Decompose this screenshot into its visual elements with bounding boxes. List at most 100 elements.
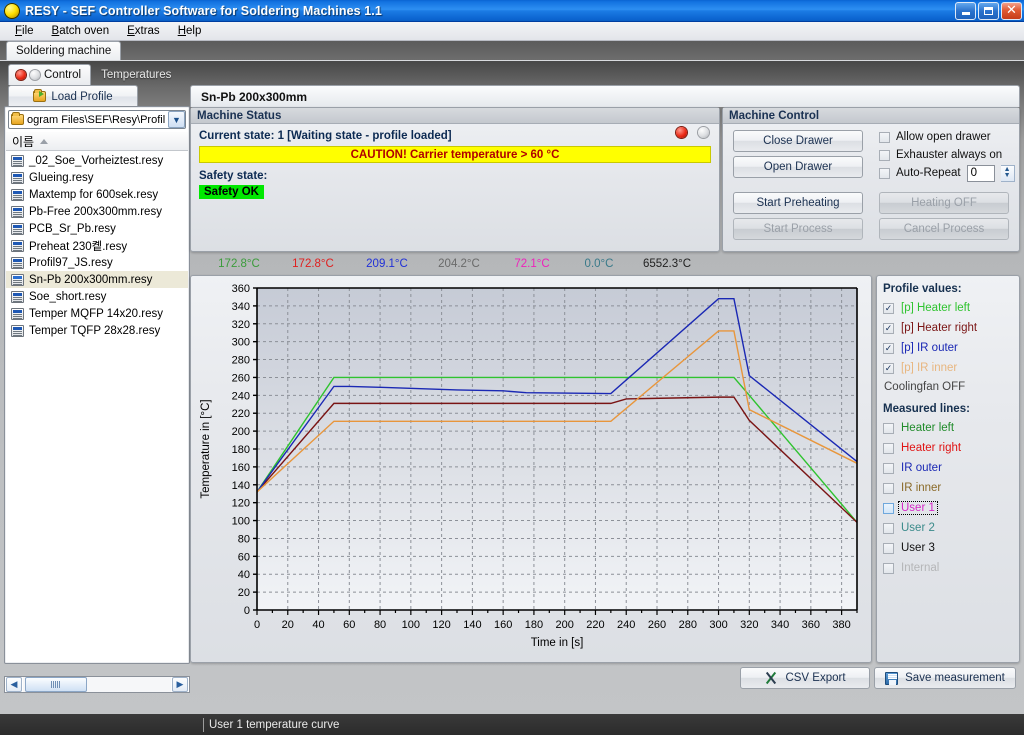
profile-value-legend-row[interactable]: ✓ [p] Heater right <box>883 318 1013 338</box>
measured-line-legend-row[interactable]: Internal <box>883 558 1013 578</box>
exhauster-always-on-row[interactable]: Exhauster always on <box>879 147 1002 163</box>
measured-line-legend-label: Heater left <box>901 422 955 434</box>
list-item[interactable]: Profil97_JS.resy <box>6 254 188 271</box>
menu-item-extras[interactable]: Extras <box>118 23 169 39</box>
heating-off-button[interactable]: Heating OFF <box>879 192 1009 214</box>
profile-value-legend-row[interactable]: ✓ [p] IR inner <box>883 358 1013 378</box>
measured-line-legend-row[interactable]: User 1 <box>883 498 1013 518</box>
measured-line-legend-label: Heater right <box>901 442 962 454</box>
profile-value-legend-row[interactable]: ✓ [p] Heater left <box>883 298 1013 318</box>
temperature-readout-6: 0.0°C <box>584 258 614 270</box>
auto-repeat-checkbox[interactable] <box>879 167 890 179</box>
measured-line-checkbox[interactable] <box>883 422 894 434</box>
y-tick-label: 200 <box>232 426 250 438</box>
scroll-right-icon[interactable]: ▶ <box>172 677 188 692</box>
auto-repeat-row[interactable]: Auto-Repeat 0 ▲ ▼ <box>879 164 1015 182</box>
minimize-button[interactable] <box>955 1 976 20</box>
list-item[interactable]: Temper MQFP 14x20.resy <box>6 305 188 322</box>
scroll-left-icon[interactable]: ◀ <box>6 677 22 692</box>
statusbar: User 1 temperature curve <box>0 714 1024 735</box>
profile-value-legend-row[interactable]: ✓ [p] IR outer <box>883 338 1013 358</box>
profile-value-legend-label: [p] Heater right <box>901 322 978 334</box>
y-axis-title: Temperature in [°C] <box>200 399 212 498</box>
list-item[interactable]: PCB_Sr_Pb.resy <box>6 220 188 237</box>
list-item[interactable]: Temper TQFP 28x28.resy <box>6 322 188 339</box>
auto-repeat-stepper[interactable]: ▲ ▼ <box>1000 164 1015 182</box>
profile-value-legend-label: [p] IR inner <box>901 362 958 374</box>
allow-open-drawer-checkbox[interactable] <box>879 131 890 143</box>
outer-tabstrip: Soldering machine <box>6 41 122 60</box>
list-item[interactable]: Maxtemp for 600sek.resy <box>6 186 188 203</box>
menu-item-file[interactable]: File <box>6 23 43 39</box>
chart-area[interactable]: 0 20 40 60 80 100 120 140 160 180 200 220 240 260 280 3… <box>191 276 871 662</box>
file-list[interactable]: _02_Soe_Vorheiztest.resy Glueing.resy Maxt… <box>6 152 188 662</box>
exhauster-always-on-checkbox[interactable] <box>879 149 890 161</box>
file-list-header[interactable]: 이름 <box>6 132 188 151</box>
window-title: RESY - SEF Controller Software for Solde… <box>25 3 382 18</box>
list-item[interactable]: Sn-Pb 200x300mm.resy <box>6 271 188 288</box>
statusbar-text: User 1 temperature curve <box>209 718 340 731</box>
list-item[interactable]: _02_Soe_Vorheiztest.resy <box>6 152 188 169</box>
save-measurement-button[interactable]: Save measurement <box>874 667 1016 689</box>
machine-control-header: Machine Control <box>723 108 1019 124</box>
maximize-button[interactable] <box>978 1 999 20</box>
profile-file-icon <box>11 222 24 235</box>
profile-file-icon <box>11 188 24 201</box>
list-item[interactable]: Soe_short.resy <box>6 288 188 305</box>
load-profile-tab[interactable]: Load Profile <box>8 85 138 107</box>
path-combobox[interactable]: ogram Files\SEF\Resy\Profiles ▼ <box>8 110 186 129</box>
open-folder-icon <box>33 89 47 102</box>
list-item-label: Temper TQFP 28x28.resy <box>29 324 161 337</box>
tab-temperatures[interactable]: Temperatures <box>91 64 181 85</box>
list-item-label: PCB_Sr_Pb.resy <box>29 222 116 235</box>
scrollbar-track[interactable] <box>23 677 171 692</box>
measured-line-checkbox[interactable] <box>883 562 894 574</box>
close-button[interactable]: ✕ <box>1001 1 1022 20</box>
menu-item-batch-oven[interactable]: Batch oven <box>43 23 119 39</box>
tab-control[interactable]: Control <box>8 64 92 85</box>
measured-line-legend-row[interactable]: Heater right <box>883 438 1013 458</box>
x-tick-label: 140 <box>463 619 481 631</box>
measured-line-checkbox[interactable] <box>883 502 894 514</box>
measured-line-legend-row[interactable]: Heater left <box>883 418 1013 438</box>
x-tick-label: 40 <box>312 619 324 631</box>
allow-open-drawer-row[interactable]: Allow open drawer <box>879 129 991 145</box>
measured-line-legend-row[interactable]: IR outer <box>883 458 1013 478</box>
tab-soldering-machine[interactable]: Soldering machine <box>6 41 122 60</box>
measured-line-legend-label: IR outer <box>901 462 942 474</box>
close-drawer-button[interactable]: Close Drawer <box>733 130 863 152</box>
profile-value-checkbox[interactable]: ✓ <box>883 302 894 314</box>
file-list-hscrollbar[interactable]: ◀ ▶ <box>4 676 190 693</box>
measured-line-checkbox[interactable] <box>883 462 894 474</box>
measured-line-legend-row[interactable]: User 3 <box>883 538 1013 558</box>
temperature-chart[interactable]: 0204060801001201401601802002202402602803… <box>191 276 871 662</box>
profile-value-checkbox[interactable]: ✓ <box>883 362 894 374</box>
measured-line-checkbox[interactable] <box>883 482 894 494</box>
spinner-down-icon[interactable]: ▼ <box>1004 172 1011 179</box>
list-item-label: Sn-Pb 200x300mm.resy <box>29 273 153 286</box>
profile-title: Sn-Pb 200x300mm <box>190 85 1020 107</box>
menu-item-help[interactable]: Help <box>169 23 211 39</box>
measured-line-legend-row[interactable]: IR inner <box>883 478 1013 498</box>
start-process-button[interactable]: Start Process <box>733 218 863 240</box>
chevron-down-icon[interactable]: ▼ <box>168 111 185 128</box>
temperature-readout-2: 172.8°C <box>292 258 334 270</box>
list-item[interactable]: Preheat 230콑.resy <box>6 237 188 254</box>
profile-value-checkbox[interactable]: ✓ <box>883 342 894 354</box>
profile-file-icon <box>11 239 24 252</box>
cancel-process-button[interactable]: Cancel Process <box>879 218 1009 240</box>
list-item[interactable]: Pb-Free 200x300mm.resy <box>6 203 188 220</box>
temperature-readout-4: 204.2°C <box>438 258 480 270</box>
csv-export-button[interactable]: CSV Export <box>740 667 870 689</box>
measured-line-checkbox[interactable] <box>883 542 894 554</box>
open-drawer-button[interactable]: Open Drawer <box>733 156 863 178</box>
scrollbar-thumb[interactable] <box>25 677 87 692</box>
measured-line-checkbox[interactable] <box>883 442 894 454</box>
measured-line-checkbox[interactable] <box>883 522 894 534</box>
start-preheating-button[interactable]: Start Preheating <box>733 192 863 214</box>
list-item[interactable]: Glueing.resy <box>6 169 188 186</box>
profile-value-checkbox[interactable]: ✓ <box>883 322 894 334</box>
caution-banner: CAUTION! Carrier temperature > 60 °C <box>199 146 711 163</box>
auto-repeat-input[interactable]: 0 <box>966 164 995 182</box>
measured-line-legend-row[interactable]: User 2 <box>883 518 1013 538</box>
